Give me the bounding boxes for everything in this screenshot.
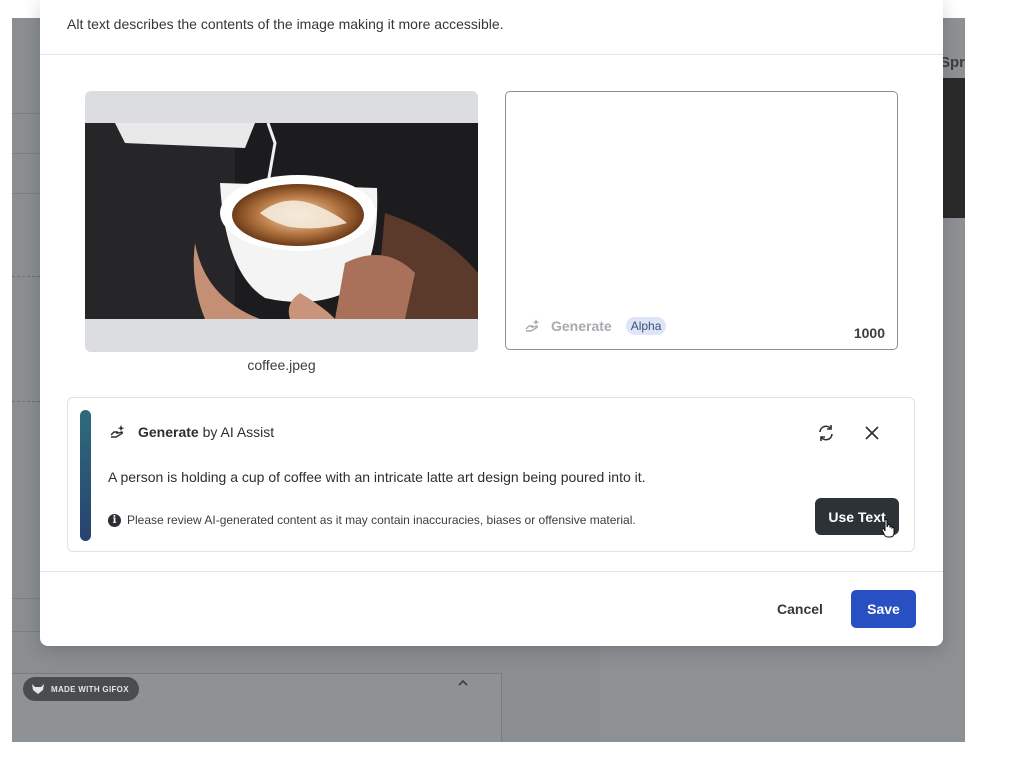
alpha-badge: Alpha [625,317,667,335]
info-icon: i [108,513,121,527]
char-counter: 1000 [853,325,885,341]
ai-title-rest: by AI Assist [202,424,275,440]
gifox-watermark: MADE WITH GIFOX [23,677,139,701]
gifox-label: MADE WITH GIFOX [51,684,129,694]
bg-divider [12,113,40,114]
ai-assist-panel: Generate by AI Assist A person is holdin… [67,397,915,552]
alt-text-input[interactable]: Generate Alpha 1000 [505,91,898,350]
save-button[interactable]: Save [851,590,916,628]
image-preview [85,91,478,352]
generate-row: Generate Alpha [523,316,667,336]
bg-heading: Spr [940,54,965,71]
ai-hand-sparkle-icon [110,425,125,438]
image-filename: coffee.jpeg [247,357,316,373]
bg-divider [12,153,40,154]
ai-warning-text: Please review AI-generated content as it… [127,513,636,527]
ai-generated-text: A person is holding a cup of coffee with… [108,469,646,485]
modal-description: Alt text describes the contents of the i… [67,16,504,32]
bg-divider [12,193,40,194]
ai-hand-sparkle-icon [525,319,540,332]
close-ai-panel-button[interactable] [861,422,883,444]
ai-accent-bar [80,410,91,541]
cancel-button[interactable]: Cancel [765,590,835,628]
generate-button[interactable]: Generate [551,318,612,334]
bg-dashed-divider [12,276,40,277]
fox-icon [32,684,44,694]
footer-divider [40,571,943,572]
close-icon [865,426,879,440]
ai-title-bold: Generate [138,424,199,440]
coffee-photo [85,123,478,319]
regenerate-button[interactable] [815,422,837,444]
chevron-up-icon[interactable] [456,676,470,690]
ai-warning: i Please review AI-generated content as … [108,513,636,527]
hand-pointer-icon [881,519,895,538]
bg-dashed-divider [12,401,40,402]
ai-assist-title: Generate by AI Assist [138,424,274,440]
bg-divider [12,598,40,599]
alt-text-modal: Alt text describes the contents of the i… [40,0,943,646]
header-divider [40,54,943,55]
ai-assist-header: Generate by AI Assist [108,422,274,442]
refresh-icon [819,425,833,441]
bg-card-image [942,78,965,218]
